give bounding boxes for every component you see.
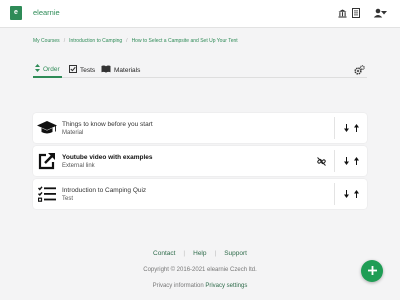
list-item[interactable]: Youtube video with examples External lin… xyxy=(33,146,367,176)
logo[interactable]: e xyxy=(10,6,22,20)
item-type: Test xyxy=(62,196,74,202)
divider xyxy=(334,183,335,205)
document-icon[interactable] xyxy=(348,6,364,20)
tab-order[interactable]: Order xyxy=(33,62,62,78)
tab-label: Materials xyxy=(114,66,141,74)
breadcrumb: My Courses / Introduction to Camping / H… xyxy=(33,38,238,44)
breadcrumb-my-courses[interactable]: My Courses xyxy=(33,38,60,44)
plus-icon xyxy=(367,262,377,280)
checklist-icon xyxy=(37,184,57,204)
unlink-icon[interactable] xyxy=(316,156,326,166)
divider xyxy=(334,150,335,172)
tab-materials[interactable]: Materials xyxy=(101,62,140,78)
divider xyxy=(334,117,335,139)
checkbox-icon xyxy=(69,65,77,75)
item-type: Material xyxy=(62,130,84,136)
breadcrumb-separator: / xyxy=(63,38,66,44)
item-title[interactable]: Youtube video with examples xyxy=(62,154,153,161)
top-bar: e elearnie xyxy=(0,0,400,28)
footer-separator: | xyxy=(183,250,186,257)
item-type: External link xyxy=(62,163,95,169)
footer-separator: | xyxy=(214,250,217,257)
book-icon xyxy=(101,65,111,75)
brand-name[interactable]: elearnie xyxy=(33,8,60,17)
move-down-arrow-icon[interactable] xyxy=(342,122,350,134)
item-title[interactable]: Introduction to Camping Quiz xyxy=(62,187,146,194)
privacy-text: Privacy information xyxy=(152,283,204,289)
move-up-arrow-icon[interactable] xyxy=(352,122,360,134)
tab-bar: Order Tests Materials xyxy=(33,62,367,78)
add-button[interactable] xyxy=(361,260,383,282)
copyright: Copyright © 2016-2021 elearnie Czech ltd… xyxy=(143,267,257,273)
graduation-cap-icon xyxy=(37,118,57,138)
tab-tests[interactable]: Tests xyxy=(69,62,95,78)
privacy-settings-link[interactable]: Privacy settings xyxy=(205,283,247,289)
tab-label: Order xyxy=(43,65,60,73)
item-title[interactable]: Things to know before you start xyxy=(62,121,153,128)
footer-links: Contact | Help | Support xyxy=(0,250,400,257)
caret-down-icon[interactable] xyxy=(380,6,388,20)
move-up-arrow-icon[interactable] xyxy=(352,155,360,167)
settings-cogs-icon[interactable] xyxy=(353,64,365,76)
privacy-line: Privacy information Privacy settings xyxy=(0,283,400,289)
external-link-icon xyxy=(37,151,57,171)
move-down-arrow-icon[interactable] xyxy=(342,155,350,167)
tab-label: Tests xyxy=(80,66,96,74)
support-link[interactable]: Support xyxy=(224,250,247,257)
move-down-arrow-icon[interactable] xyxy=(342,188,350,200)
sort-icon xyxy=(35,64,40,74)
breadcrumb-separator: / xyxy=(126,38,128,44)
move-up-arrow-icon[interactable] xyxy=(352,188,360,200)
list-item[interactable]: Things to know before you start Material xyxy=(33,113,367,143)
list-item[interactable]: Introduction to Camping Quiz Test xyxy=(33,179,367,209)
breadcrumb-course[interactable]: Introduction to Camping xyxy=(69,38,122,44)
breadcrumb-lesson[interactable]: How to Select a Campsite and Set Up Your… xyxy=(132,38,238,44)
contact-link[interactable]: Contact xyxy=(153,250,175,257)
help-link[interactable]: Help xyxy=(193,250,206,257)
